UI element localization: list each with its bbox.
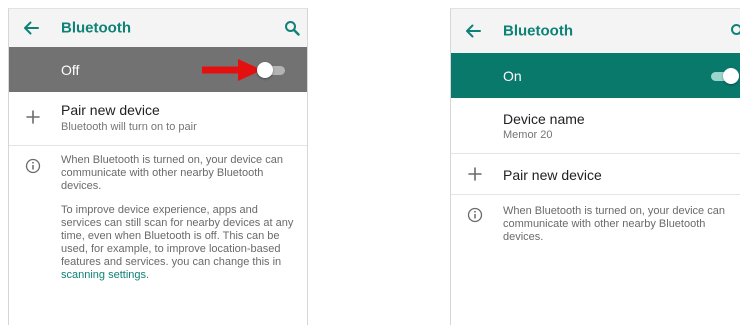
bluetooth-toggle-bar[interactable]: On <box>451 53 740 98</box>
device-name-item[interactable]: Device name Memor 20 <box>451 98 740 154</box>
info-text-bluetooth: When Bluetooth is turned on, your device… <box>503 205 725 243</box>
pair-new-device-title: Pair new device <box>61 102 160 118</box>
info-icon <box>463 203 487 227</box>
plus-icon <box>463 162 487 186</box>
bluetooth-screen-on: Bluetooth On Device name Memor 20 Pair n… <box>450 8 740 325</box>
switch-thumb <box>723 67 739 84</box>
bluetooth-toggle-switch[interactable] <box>257 61 289 78</box>
info-text-bluetooth: When Bluetooth is turned on, your device… <box>61 154 283 192</box>
app-bar: Bluetooth <box>9 9 307 47</box>
bluetooth-screen-off: Bluetooth Off Pair new device Bluetooth … <box>8 8 308 325</box>
search-icon[interactable] <box>727 20 740 42</box>
bluetooth-toggle-switch[interactable] <box>709 67 740 84</box>
red-arrow-icon <box>202 59 262 84</box>
info-icon <box>21 154 45 178</box>
search-icon[interactable] <box>281 17 303 39</box>
pair-new-device-title: Pair new device <box>503 167 602 183</box>
plus-icon <box>21 105 45 129</box>
bluetooth-status-label: On <box>503 67 522 84</box>
device-name-value: Memor 20 <box>503 129 553 141</box>
back-arrow-icon[interactable] <box>19 16 43 40</box>
scanning-settings-link[interactable]: scanning settings <box>61 269 146 281</box>
pair-new-device-subtitle: Bluetooth will turn on to pair <box>61 121 197 133</box>
page-title: Bluetooth <box>503 22 573 40</box>
info-text-scanning-body: To improve device experience, apps and s… <box>61 204 294 268</box>
bluetooth-toggle-bar[interactable]: Off <box>9 47 307 92</box>
device-name-title: Device name <box>503 111 585 127</box>
info-text-period: . <box>146 269 150 281</box>
pair-new-device-item[interactable]: Pair new device Bluetooth will turn on t… <box>9 92 307 146</box>
app-bar: Bluetooth <box>451 9 740 53</box>
pair-new-device-item[interactable]: Pair new device <box>451 154 740 195</box>
back-arrow-icon[interactable] <box>461 19 485 43</box>
page-title: Bluetooth <box>61 19 131 37</box>
bluetooth-status-label: Off <box>61 61 80 78</box>
switch-thumb <box>257 61 273 78</box>
info-text-scanning: To improve device experience, apps and s… <box>61 204 297 282</box>
